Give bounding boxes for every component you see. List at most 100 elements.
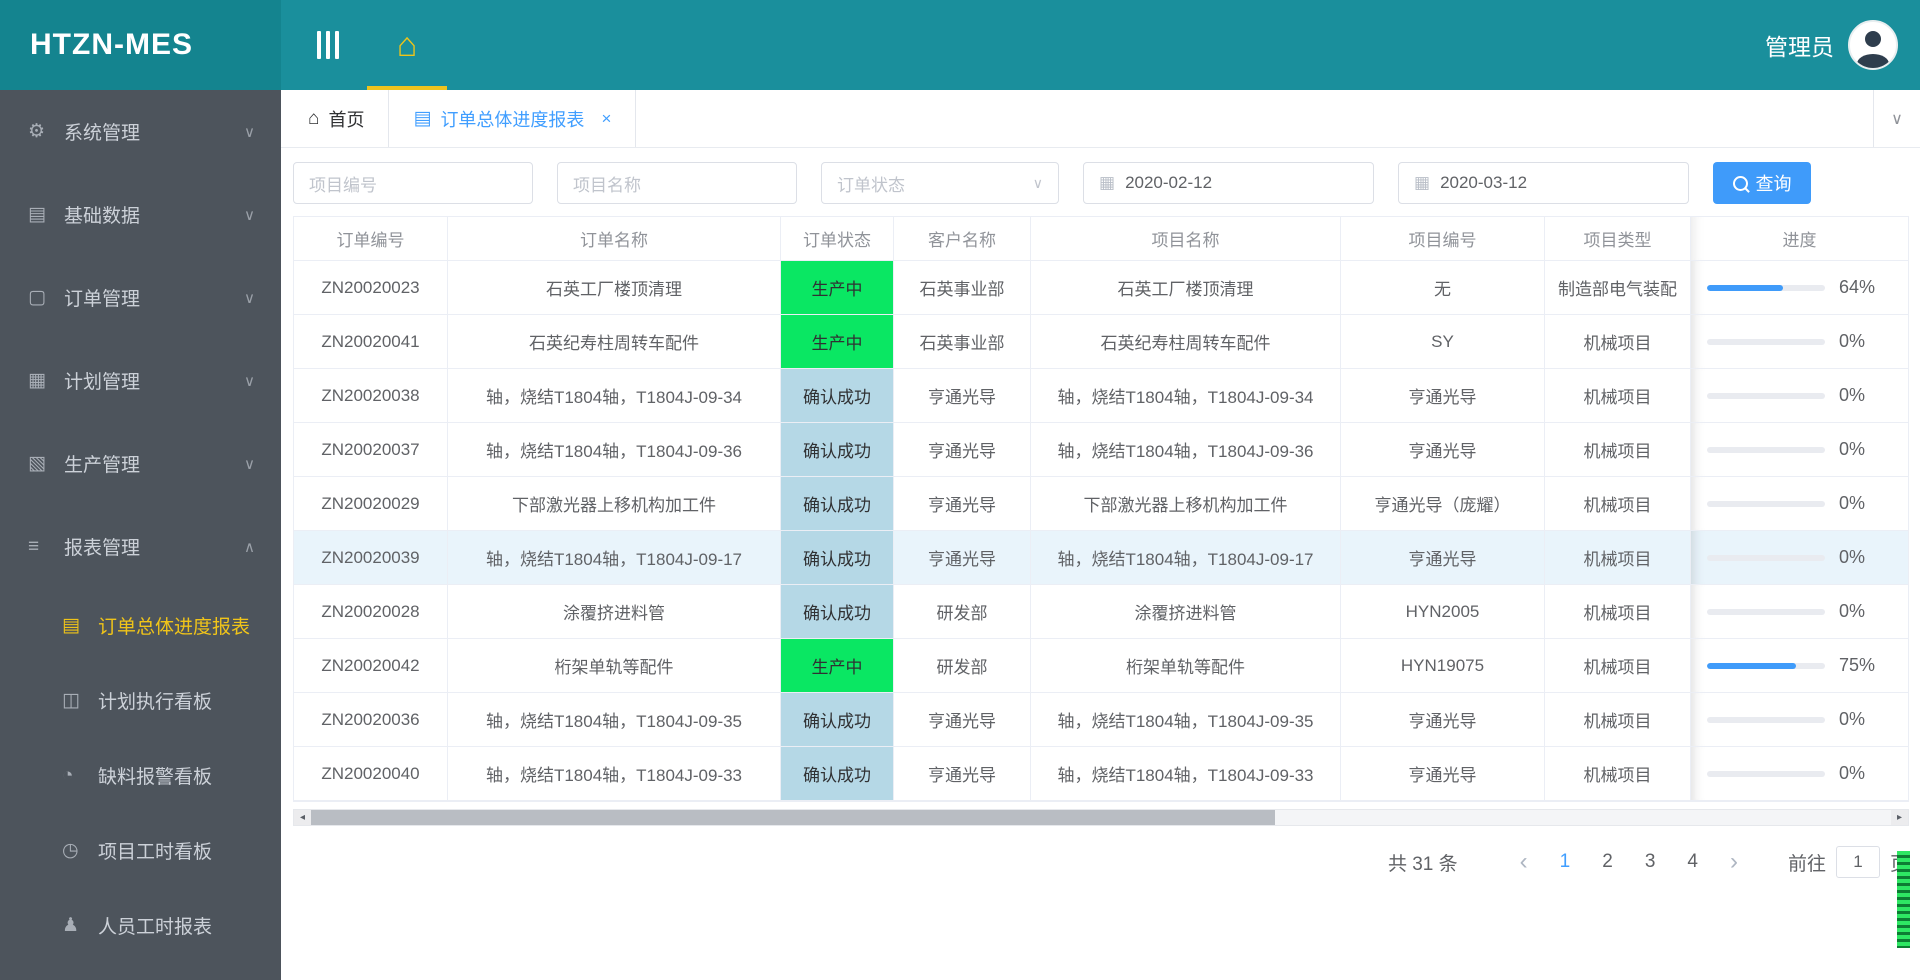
- close-icon[interactable]: ×: [601, 109, 611, 129]
- table-row[interactable]: ZN20020038 轴，烧结T1804轴，T1804J-09-34 确认成功 亨通光…: [294, 369, 1908, 423]
- progress-percent: 0%: [1839, 331, 1866, 351]
- order-name-cell: 轴，烧结T1804轴，T1804J-09-34: [448, 369, 781, 423]
- order-status-badge: 确认成功: [781, 423, 894, 477]
- table-row[interactable]: ZN20020042 桁架单轨等配件 生产中 研发部 桁架单轨等配件 HYN19075 机械…: [294, 639, 1908, 693]
- order-status-badge: 确认成功: [781, 585, 894, 639]
- sidebar-item-production-management[interactable]: ▧ 生产管理 ∨: [0, 422, 281, 505]
- sidebar-item-plan-execution-board[interactable]: ◫ 计划执行看板: [0, 663, 281, 738]
- project-name-cell: 轴，烧结T1804轴，T1804J-09-17: [1031, 531, 1341, 585]
- scroll-left-button[interactable]: ◂: [294, 810, 311, 825]
- table-row[interactable]: ZN20020041 石英纪寿柱周转车配件 生产中 石英事业部 石英纪寿柱周转车配件 SY…: [294, 315, 1908, 369]
- table-row[interactable]: ZN20020023 石英工厂楼顶清理 生产中 石英事业部 石英工厂楼顶清理无制造部电气…: [294, 261, 1908, 315]
- progress-fill: [1707, 662, 1796, 669]
- order-name-cell: 涂覆挤进料管: [448, 585, 781, 639]
- order-status-badge: 确认成功: [781, 531, 894, 585]
- project-name-input[interactable]: 项目名称: [557, 162, 797, 204]
- table-row[interactable]: ZN20020036 轴，烧结T1804轴，T1804J-09-35 确认成功 亨通光…: [294, 693, 1908, 747]
- progress-cell: 0%: [1691, 423, 1908, 477]
- page-number-1[interactable]: 1: [1544, 851, 1587, 873]
- pie-chart-icon: ◔: [62, 764, 74, 786]
- order-no-cell: ZN20020039: [294, 531, 448, 585]
- sidebar-item-material-shortage-board[interactable]: ◔ 缺料报警看板: [0, 738, 281, 813]
- page-number-2[interactable]: 2: [1586, 851, 1629, 873]
- progress-bar: [1707, 608, 1825, 615]
- project-no-cell: 亨通光导: [1341, 369, 1545, 423]
- progress-fill: [1707, 284, 1783, 291]
- current-user-label[interactable]: 管理员: [1765, 28, 1834, 62]
- sidebar-item-order-progress-report[interactable]: ▤ 订单总体进度报表: [0, 588, 281, 663]
- order-status-select[interactable]: 订单状态 ∨: [821, 162, 1059, 204]
- table-row[interactable]: ZN20020037 轴，烧结T1804轴，T1804J-09-36 确认成功 亨通光…: [294, 423, 1908, 477]
- sidebar-item-project-hours-board[interactable]: ◷ 项目工时看板: [0, 813, 281, 888]
- page-number-4[interactable]: 4: [1671, 851, 1714, 873]
- sidebar-item-report-management[interactable]: ≡ 报表管理 ∧: [0, 505, 281, 588]
- person-icon: ♟: [62, 915, 80, 936]
- sidebar-item-label: 订单管理: [64, 289, 141, 310]
- date-to-value: 2020-03-12: [1440, 173, 1528, 192]
- customer-cell: 研发部: [894, 585, 1031, 639]
- project-type-cell: 制造部电气装配: [1545, 261, 1691, 315]
- next-page-button[interactable]: ›: [1714, 850, 1754, 874]
- goto-page-input[interactable]: [1835, 846, 1880, 878]
- tab-order-progress-report[interactable]: ▤ 订单总体进度报表 ×: [389, 90, 637, 147]
- goto-label: 前往: [1787, 853, 1826, 875]
- page-number-3[interactable]: 3: [1629, 851, 1672, 873]
- sidebar-item-label: 生产管理: [64, 455, 141, 476]
- home-nav-button[interactable]: ⌂: [367, 0, 447, 90]
- scroll-right-button[interactable]: ▸: [1891, 810, 1908, 825]
- scrollbar-thumb[interactable]: [311, 810, 1275, 825]
- chevron-down-icon: ∨: [1032, 174, 1043, 191]
- order-name-cell: 桁架单轨等配件: [448, 639, 781, 693]
- order-no-cell: ZN20020040: [294, 747, 448, 801]
- scrollbar-track[interactable]: [311, 810, 1891, 825]
- order-name-cell: 下部激光器上移机构加工件: [448, 477, 781, 531]
- progress-cell: 64%: [1691, 261, 1908, 315]
- avatar-head-icon: [1865, 31, 1881, 47]
- sidebar-item-order-management[interactable]: ▢ 订单管理 ∨: [0, 256, 281, 339]
- tab-home[interactable]: ⌂ 首页: [284, 90, 390, 147]
- horizontal-scrollbar: ◂ ▸: [293, 809, 1909, 826]
- progress-cell: 0%: [1691, 477, 1908, 531]
- progress-cell: 75%: [1691, 639, 1908, 693]
- date-to-input[interactable]: ▦ 2020-03-12: [1398, 162, 1689, 204]
- collapse-menu-icon[interactable]: [317, 31, 339, 59]
- chevron-down-icon: ∨: [244, 206, 255, 224]
- tab-options-dropdown[interactable]: ∨: [1873, 90, 1920, 147]
- order-name-cell: 轴，烧结T1804轴，T1804J-09-33: [448, 747, 781, 801]
- project-no-cell: SY: [1341, 315, 1545, 369]
- sidebar: HTZN-MES ⚙ 系统管理 ∨ ▤ 基础数据 ∨ ▢ 订单管理 ∨ ▦ 计划…: [0, 0, 281, 980]
- progress-cell: 0%: [1691, 531, 1908, 585]
- project-no-input[interactable]: 项目编号: [293, 162, 533, 204]
- progress-bar: [1707, 338, 1825, 345]
- sidebar-item-label: 项目工时看板: [98, 842, 213, 863]
- table-row[interactable]: ZN20020029 下部激光器上移机构加工件 确认成功 亨通光导 下部激光器上移机构加…: [294, 477, 1908, 531]
- order-status-badge: 生产中: [781, 639, 894, 693]
- progress-bar: [1707, 716, 1825, 723]
- order-name-cell: 石英纪寿柱周转车配件: [448, 315, 781, 369]
- sidebar-item-personnel-hours-report[interactable]: ♟ 人员工时报表: [0, 888, 281, 963]
- main-area: ⌂ 管理员 ⌂ 首页 ▤ 订单总体进度报表 × ∨ 项目编号 项目名称 订单状态…: [281, 0, 1920, 980]
- search-button[interactable]: 查询: [1713, 162, 1811, 204]
- order-no-cell: ZN20020028: [294, 585, 448, 639]
- project-no-cell: HYN2005: [1341, 585, 1545, 639]
- order-name-cell: 轴，烧结T1804轴，T1804J-09-17: [448, 531, 781, 585]
- sidebar-item-plan-management[interactable]: ▦ 计划管理 ∨: [0, 339, 281, 422]
- order-name-cell: 轴，烧结T1804轴，T1804J-09-35: [448, 693, 781, 747]
- chevron-down-icon: ∨: [244, 123, 255, 141]
- goto-page-group: 前往 页: [1788, 846, 1909, 878]
- prev-page-button[interactable]: ‹: [1504, 850, 1544, 874]
- avatar[interactable]: [1848, 20, 1898, 70]
- table-row[interactable]: ZN20020040 轴，烧结T1804轴，T1804J-09-33 确认成功 亨通光…: [294, 747, 1908, 801]
- sidebar-item-label: 基础数据: [64, 206, 141, 227]
- sidebar-item-label: 报表管理: [64, 538, 141, 559]
- board-icon: ◫: [62, 690, 80, 711]
- table-row[interactable]: ZN20020028 涂覆挤进料管 确认成功 研发部 涂覆挤进料管 HYN2005 机械项目…: [294, 585, 1908, 639]
- project-type-cell: 机械项目: [1545, 747, 1691, 801]
- sidebar-item-system-management[interactable]: ⚙ 系统管理 ∨: [0, 90, 281, 173]
- date-from-input[interactable]: ▦ 2020-02-12: [1083, 162, 1374, 204]
- date-from-value: 2020-02-12: [1125, 173, 1213, 192]
- table-row[interactable]: ZN20020039 轴，烧结T1804轴，T1804J-09-17 确认成功 亨通光…: [294, 531, 1908, 585]
- sidebar-item-basic-data[interactable]: ▤ 基础数据 ∨: [0, 173, 281, 256]
- app-window: HTZN-MES ⚙ 系统管理 ∨ ▤ 基础数据 ∨ ▢ 订单管理 ∨ ▦ 计划…: [0, 0, 1920, 980]
- document-icon: ▢: [28, 287, 46, 308]
